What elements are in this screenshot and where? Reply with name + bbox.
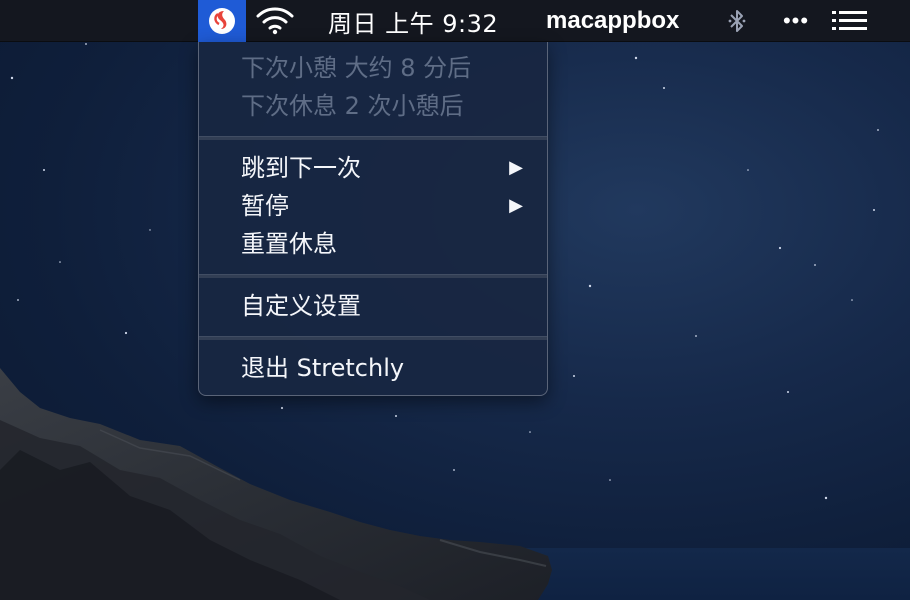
next-break-status: 下次休息 2 次小憩后 [241, 92, 464, 120]
submenu-arrow-icon: ▶ [509, 195, 523, 216]
menu-separator [199, 136, 547, 140]
reset-breaks-label: 重置休息 [241, 230, 337, 258]
bluetooth-status[interactable] [722, 0, 752, 42]
menu-separator [199, 336, 547, 340]
preferences-item[interactable]: 自定义设置 [241, 288, 527, 324]
menubar-clock[interactable]: 周日 上午 9:32 [328, 0, 498, 42]
menu-bar: 周日 上午 9:32 macappbox ••• [0, 0, 910, 42]
reset-breaks-item[interactable]: 重置休息 [241, 226, 527, 262]
stretchly-icon [209, 8, 235, 34]
stretchly-dropdown-menu: 下次小憩 大约 8 分后 下次休息 2 次小憩后 跳到下一次 ▶ 暂停 ▶ 重置… [198, 42, 548, 396]
preferences-label: 自定义设置 [241, 292, 361, 320]
quit-item[interactable]: 退出 Stretchly [241, 350, 527, 386]
skip-to-next-item[interactable]: 跳到下一次 ▶ [241, 150, 527, 186]
notification-center[interactable] [830, 0, 870, 42]
menu-separator [199, 274, 547, 278]
pause-item[interactable]: 暂停 ▶ [241, 188, 527, 224]
bluetooth-icon [728, 10, 746, 32]
skip-to-next-label: 跳到下一次 [241, 154, 361, 182]
wifi-icon [256, 7, 294, 35]
list-icon [832, 11, 867, 30]
wifi-status[interactable] [252, 0, 298, 42]
menubar-username[interactable]: macappbox [546, 0, 679, 42]
more-menu[interactable]: ••• [776, 0, 816, 42]
stretchly-menu-extra[interactable] [198, 0, 246, 42]
submenu-arrow-icon: ▶ [509, 157, 523, 178]
quit-label: 退出 Stretchly [241, 354, 405, 382]
pause-label: 暂停 [241, 192, 289, 220]
next-microbreak-status: 下次小憩 大约 8 分后 [241, 54, 472, 82]
